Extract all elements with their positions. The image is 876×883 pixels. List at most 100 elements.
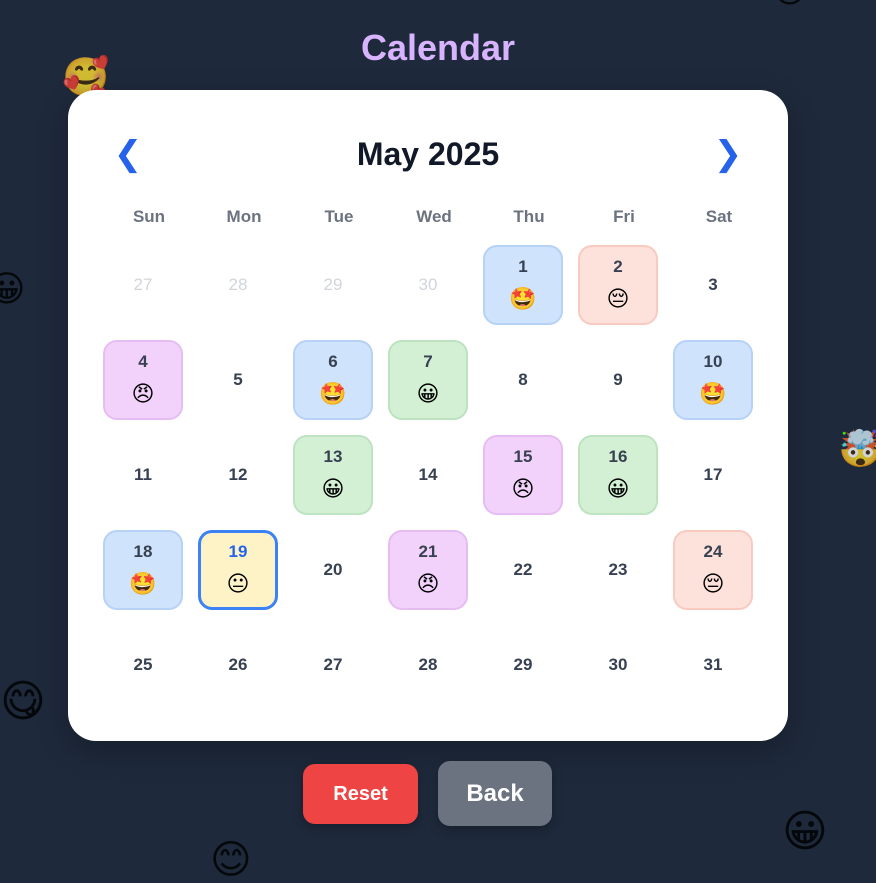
day-cell[interactable]: 18 🤩 <box>103 530 183 610</box>
weekday-label: Mon <box>226 207 262 226</box>
weekday-label: Fri <box>613 207 635 226</box>
day-cell[interactable]: 22 <box>483 530 563 610</box>
day-cell[interactable]: 16 😀 <box>578 435 658 515</box>
day-number: 22 <box>513 560 533 579</box>
day-number: 16 <box>608 447 628 466</box>
day-cell: 29 <box>293 245 373 325</box>
background-emoji: 🤯 <box>838 429 876 470</box>
day-number: 23 <box>608 560 628 579</box>
background-emoji: 😀 <box>782 806 828 857</box>
day-cell[interactable]: 10 🤩 <box>673 340 753 420</box>
day-number: 2 <box>613 257 623 276</box>
day-number: 26 <box>228 655 248 674</box>
day-number: 10 <box>703 352 723 371</box>
day-number: 8 <box>518 370 528 389</box>
day-cell[interactable]: 15 😠 <box>483 435 563 515</box>
sad-mood-icon: 😔 <box>606 287 630 312</box>
day-number: 28 <box>228 275 248 294</box>
day-number: 27 <box>133 275 153 294</box>
excited-mood-icon: 🤩 <box>129 572 157 597</box>
day-number: 20 <box>323 560 343 579</box>
day-number: 9 <box>613 370 623 389</box>
weekday-label: Wed <box>416 207 452 226</box>
weekday-label: Sat <box>705 207 733 226</box>
day-number: 15 <box>513 447 533 466</box>
day-cell[interactable]: 26 <box>198 625 278 705</box>
happy-mood-icon: 😀 <box>321 477 345 502</box>
day-cell[interactable]: 12 <box>198 435 278 515</box>
day-cell[interactable]: 3 <box>673 245 753 325</box>
day-cell: 28 <box>198 245 278 325</box>
day-number: 1 <box>518 257 528 276</box>
day-cell: 27 <box>103 245 183 325</box>
excited-mood-icon: 🤩 <box>509 287 537 312</box>
chevron-right-icon[interactable]: ❯ <box>708 132 748 176</box>
day-number: 27 <box>323 655 343 674</box>
day-cell[interactable]: 6 🤩 <box>293 340 373 420</box>
month-label: May 2025 <box>356 136 500 172</box>
day-number: 14 <box>418 465 438 484</box>
day-cell[interactable]: 14 <box>388 435 468 515</box>
angry-mood-icon: 😠 <box>131 382 155 407</box>
day-number: 19 <box>228 542 248 561</box>
day-cell[interactable]: 2 😔 <box>578 245 658 325</box>
day-cell: 30 <box>388 245 468 325</box>
day-cell[interactable]: 17 <box>673 435 753 515</box>
day-number: 3 <box>708 275 718 294</box>
day-cell[interactable]: 1 🤩 <box>483 245 563 325</box>
page-title: Calendar <box>360 27 516 68</box>
day-number: 25 <box>133 655 153 674</box>
angry-mood-icon: 😠 <box>511 477 535 502</box>
day-number: 17 <box>703 465 723 484</box>
background-emoji: 😀 <box>0 269 26 310</box>
day-number: 24 <box>703 542 723 561</box>
weekday-label: Thu <box>513 207 545 226</box>
happy-mood-icon: 😀 <box>606 477 630 502</box>
day-cell[interactable]: 30 <box>578 625 658 705</box>
excited-mood-icon: 🤩 <box>319 382 347 407</box>
day-number: 29 <box>513 655 533 674</box>
day-cell[interactable]: 4 😠 <box>103 340 183 420</box>
angry-mood-icon: 😠 <box>416 572 440 597</box>
day-cell[interactable]: 21 😠 <box>388 530 468 610</box>
day-number: 13 <box>323 447 343 466</box>
reset-button[interactable]: Reset <box>303 764 418 824</box>
day-number: 29 <box>323 275 343 294</box>
day-cell[interactable]: 23 <box>578 530 658 610</box>
back-button[interactable]: Back <box>438 761 552 826</box>
happy-mood-icon: 😀 <box>416 382 440 407</box>
day-cell-today[interactable]: 19 😐 <box>198 530 278 610</box>
day-cell[interactable]: 13 😀 <box>293 435 373 515</box>
day-cell[interactable]: 25 <box>103 625 183 705</box>
day-number: 18 <box>133 542 153 561</box>
day-cell[interactable]: 29 <box>483 625 563 705</box>
day-cell[interactable]: 31 <box>673 625 753 705</box>
day-number: 28 <box>418 655 438 674</box>
day-number: 11 <box>134 465 152 484</box>
day-cell[interactable]: 9 <box>578 340 658 420</box>
day-number: 7 <box>423 352 433 371</box>
chevron-left-icon[interactable]: ❮ <box>108 132 148 176</box>
weekday-label: Tue <box>324 207 354 226</box>
day-number: 5 <box>233 370 243 389</box>
excited-mood-icon: 🤩 <box>699 382 727 407</box>
day-number: 12 <box>228 465 248 484</box>
day-cell[interactable]: 28 <box>388 625 468 705</box>
weekday-label: Sun <box>132 207 166 226</box>
day-cell[interactable]: 27 <box>293 625 373 705</box>
background-emoji: 😊 <box>210 837 252 883</box>
neutral-mood-icon: 😐 <box>226 572 250 597</box>
day-number: 30 <box>418 275 438 294</box>
background-emoji: 😋 <box>0 676 46 727</box>
day-cell[interactable]: 24 😔 <box>673 530 753 610</box>
day-number: 30 <box>608 655 628 674</box>
day-cell[interactable]: 8 <box>483 340 563 420</box>
background-emoji: 😊 <box>772 0 807 8</box>
day-number: 31 <box>703 655 723 674</box>
day-cell[interactable]: 11 <box>103 435 183 515</box>
day-cell[interactable]: 20 <box>293 530 373 610</box>
day-cell[interactable]: 7 😀 <box>388 340 468 420</box>
day-number: 21 <box>418 542 438 561</box>
day-cell[interactable]: 5 <box>198 340 278 420</box>
sad-mood-icon: 😔 <box>701 572 725 597</box>
